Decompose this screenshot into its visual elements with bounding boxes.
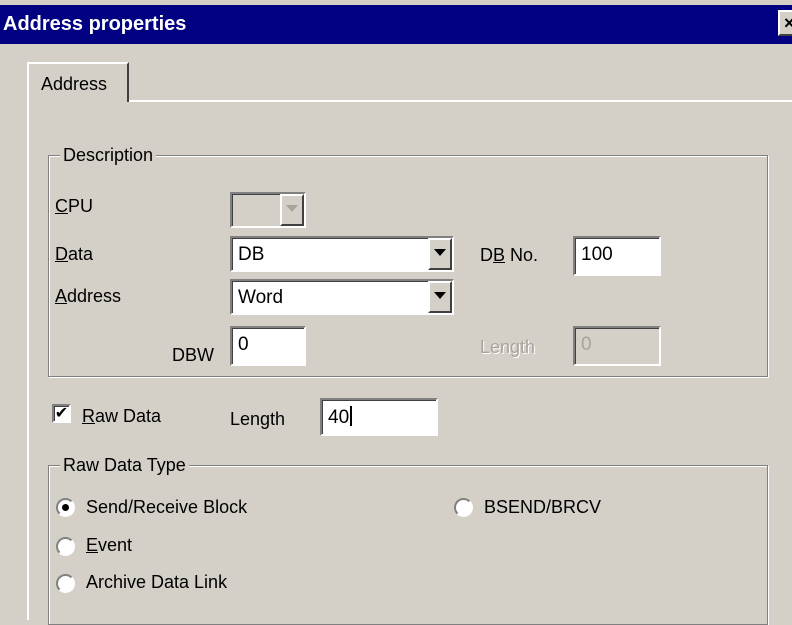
- checkmark-icon: ✔: [54, 405, 69, 422]
- tab-address[interactable]: Address: [27, 62, 129, 102]
- raw-data-label[interactable]: Raw Data: [82, 406, 161, 427]
- data-dropdown-arrow-icon[interactable]: [428, 238, 452, 270]
- event-label[interactable]: Event: [86, 535, 132, 556]
- send-receive-block-radio[interactable]: [56, 498, 75, 517]
- address-label: Address: [55, 286, 122, 306]
- address-length-value: 0: [581, 334, 592, 355]
- text-caret: [350, 406, 353, 426]
- raw-data-checkbox[interactable]: ✔: [52, 404, 71, 423]
- window-title: Address properties: [3, 13, 187, 35]
- db-no-value: 100: [581, 244, 613, 265]
- data-dropdown[interactable]: DB: [230, 236, 454, 272]
- close-icon: ×: [784, 13, 792, 33]
- dbw-value: 0: [238, 334, 249, 355]
- address-dropdown-arrow-icon[interactable]: [428, 281, 452, 313]
- archive-data-link-label[interactable]: Archive Data Link: [86, 572, 227, 593]
- bsend-brcv-label[interactable]: BSEND/BRCV: [484, 497, 601, 518]
- data-label: Data: [55, 244, 94, 264]
- db-no-label: DB No.: [480, 245, 539, 265]
- address-length-input: 0: [573, 326, 661, 366]
- cpu-dropdown[interactable]: [230, 192, 306, 228]
- raw-data-length-value: 40: [328, 406, 353, 429]
- close-button[interactable]: ×: [778, 10, 792, 36]
- address-value: Word: [238, 287, 284, 308]
- archive-data-link-radio[interactable]: [56, 574, 75, 593]
- address-dropdown[interactable]: Word: [230, 279, 454, 315]
- description-legend: Description: [60, 145, 157, 166]
- raw-data-length-input[interactable]: 40: [320, 398, 438, 436]
- raw-data-type-legend: Raw Data Type: [60, 455, 189, 476]
- raw-data-length-label: Length: [230, 409, 286, 429]
- cpu-label: CPU: [55, 196, 94, 216]
- send-receive-block-label[interactable]: Send/Receive Block: [86, 497, 247, 518]
- dbw-input[interactable]: 0: [230, 326, 306, 366]
- db-no-input[interactable]: 100: [573, 236, 661, 276]
- title-bar: Address properties ×: [0, 5, 792, 44]
- address-length-label: Length: [480, 337, 536, 357]
- raw-data-type-group: [48, 465, 768, 625]
- dbw-label: DBW: [172, 345, 214, 365]
- data-value: DB: [238, 244, 265, 265]
- cpu-dropdown-arrow-icon[interactable]: [280, 194, 304, 226]
- bsend-brcv-radio[interactable]: [454, 498, 473, 517]
- event-radio[interactable]: [56, 537, 75, 556]
- tab-address-label: Address: [41, 74, 108, 94]
